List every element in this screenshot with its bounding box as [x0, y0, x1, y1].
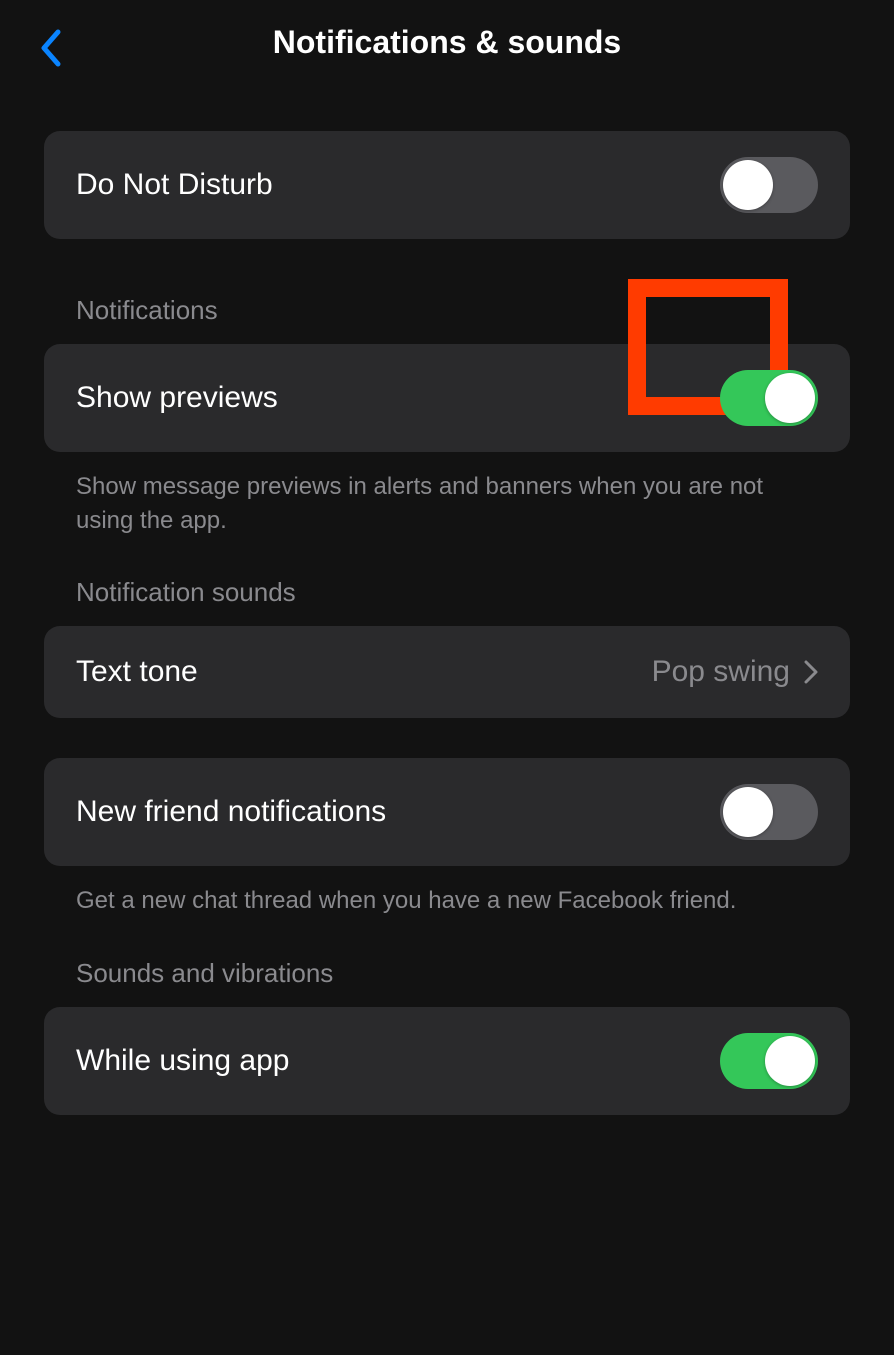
notifications-header: Notifications	[44, 295, 850, 344]
while-using-label: While using app	[76, 1044, 289, 1078]
back-button[interactable]	[30, 28, 70, 68]
toggle-knob	[765, 373, 815, 423]
toggle-knob	[765, 1036, 815, 1086]
do-not-disturb-row: Do Not Disturb	[44, 131, 850, 239]
chevron-right-icon	[804, 660, 818, 684]
sounds-vibrations-header: Sounds and vibrations	[44, 958, 850, 1007]
new-friend-label: New friend notifications	[76, 795, 386, 829]
do-not-disturb-toggle[interactable]	[720, 157, 818, 213]
sounds-vibrations-section: Sounds and vibrations While using app	[44, 958, 850, 1115]
notifications-section: Notifications Show previews Show message…	[44, 295, 850, 537]
header: Notifications & sounds	[0, 0, 894, 101]
dnd-section: Do Not Disturb	[44, 131, 850, 239]
while-using-row: While using app	[44, 1007, 850, 1115]
notification-sounds-header: Notification sounds	[44, 577, 850, 626]
show-previews-footer: Show message previews in alerts and bann…	[44, 452, 850, 537]
show-previews-row: Show previews	[44, 344, 850, 452]
chevron-left-icon	[39, 29, 61, 67]
notification-sounds-section: Notification sounds Text tone Pop swing	[44, 577, 850, 718]
text-tone-label: Text tone	[76, 655, 198, 689]
show-previews-label: Show previews	[76, 381, 278, 415]
show-previews-toggle[interactable]	[720, 370, 818, 426]
new-friend-row: New friend notifications	[44, 758, 850, 866]
while-using-toggle[interactable]	[720, 1033, 818, 1089]
new-friend-footer: Get a new chat thread when you have a ne…	[44, 866, 850, 918]
new-friend-toggle[interactable]	[720, 784, 818, 840]
toggle-knob	[723, 787, 773, 837]
do-not-disturb-label: Do Not Disturb	[76, 168, 273, 202]
page-title: Notifications & sounds	[20, 24, 874, 61]
text-tone-value: Pop swing	[652, 655, 790, 689]
text-tone-row[interactable]: Text tone Pop swing	[44, 626, 850, 718]
new-friend-section: New friend notifications Get a new chat …	[44, 758, 850, 918]
text-tone-right: Pop swing	[652, 655, 818, 689]
toggle-knob	[723, 160, 773, 210]
